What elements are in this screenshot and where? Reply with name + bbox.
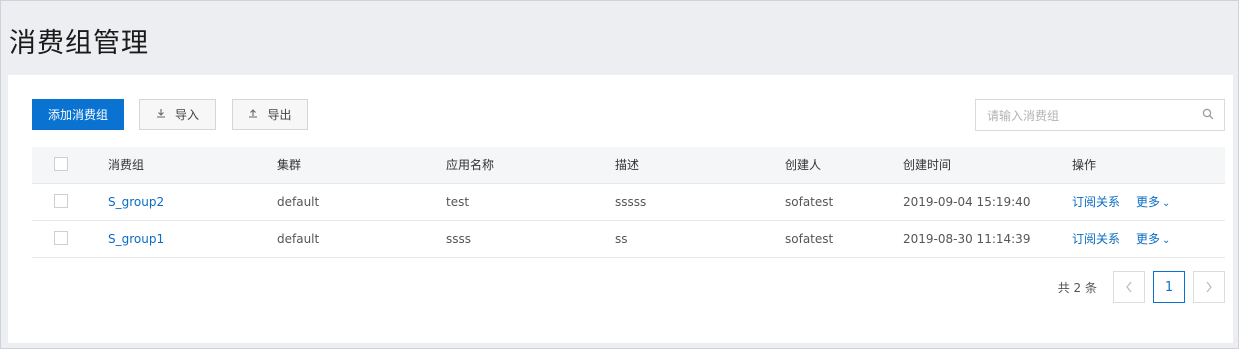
main-panel: 添加消费组 导入 导出 消费组 集群 应用名称 (8, 75, 1233, 343)
app-cell: ssss (446, 232, 472, 246)
more-dropdown[interactable]: 更多 ⌄ (1136, 221, 1170, 257)
header-actions: 操作 (1072, 158, 1097, 172)
search-box (975, 99, 1225, 132)
more-label: 更多 (1136, 195, 1161, 209)
table-row: S_group2 default test sssss sofatest 201… (32, 184, 1225, 221)
prev-page-button[interactable] (1113, 271, 1145, 303)
header-group: 消费组 (108, 158, 145, 172)
row-checkbox[interactable] (54, 231, 68, 245)
import-label: 导入 (174, 108, 199, 122)
header-desc: 描述 (615, 158, 640, 172)
export-label: 导出 (267, 108, 292, 122)
chevron-down-icon: ⌄ (1162, 235, 1171, 246)
chevron-left-icon (1126, 281, 1132, 293)
chevron-down-icon: ⌄ (1162, 198, 1171, 209)
consumer-group-table: 消费组 集群 应用名称 描述 创建人 创建时间 操作 S_group2 defa… (32, 147, 1225, 258)
row-checkbox[interactable] (54, 194, 68, 208)
desc-cell: ss (615, 232, 628, 246)
desc-cell: sssss (615, 195, 647, 209)
search-icon[interactable] (1202, 108, 1214, 120)
group-link[interactable]: S_group1 (108, 221, 164, 257)
add-consumer-group-button[interactable]: 添加消费组 (32, 99, 124, 130)
chevron-right-icon (1206, 281, 1212, 293)
header-app: 应用名称 (446, 158, 495, 172)
page-button[interactable]: 1 (1153, 271, 1185, 303)
next-page-button[interactable] (1193, 271, 1225, 303)
creator-cell: sofatest (785, 232, 834, 246)
subscription-link[interactable]: 订阅关系 (1072, 221, 1120, 257)
created-cell: 2019-09-04 15:19:40 (903, 195, 1031, 209)
table-header: 消费组 集群 应用名称 描述 创建人 创建时间 操作 (32, 147, 1225, 184)
more-dropdown[interactable]: 更多 ⌄ (1136, 184, 1170, 220)
cluster-cell: default (277, 195, 320, 209)
subscription-link[interactable]: 订阅关系 (1072, 184, 1120, 220)
import-button[interactable]: 导入 (139, 99, 216, 130)
export-button[interactable]: 导出 (232, 99, 308, 130)
select-all-checkbox[interactable] (54, 157, 68, 171)
created-cell: 2019-08-30 11:14:39 (903, 232, 1031, 246)
app-cell: test (446, 195, 470, 209)
header-created: 创建时间 (903, 158, 952, 172)
header-creator: 创建人 (785, 158, 822, 172)
creator-cell: sofatest (785, 195, 834, 209)
page-title: 消费组管理 (9, 28, 149, 59)
search-input[interactable] (976, 100, 1199, 132)
cluster-cell: default (277, 232, 320, 246)
app-frame: 消费组管理 添加消费组 导入 导出 消费组 集群 (0, 0, 1239, 349)
pagination: 共 2 条 1 (1058, 271, 1225, 303)
upload-icon (248, 108, 258, 121)
more-label: 更多 (1136, 232, 1161, 246)
header-cluster: 集群 (277, 158, 302, 172)
total-count: 共 2 条 (1057, 280, 1097, 295)
group-link[interactable]: S_group2 (108, 184, 164, 220)
table-row: S_group1 default ssss ss sofatest 2019-0… (32, 221, 1225, 258)
download-icon (156, 108, 166, 121)
